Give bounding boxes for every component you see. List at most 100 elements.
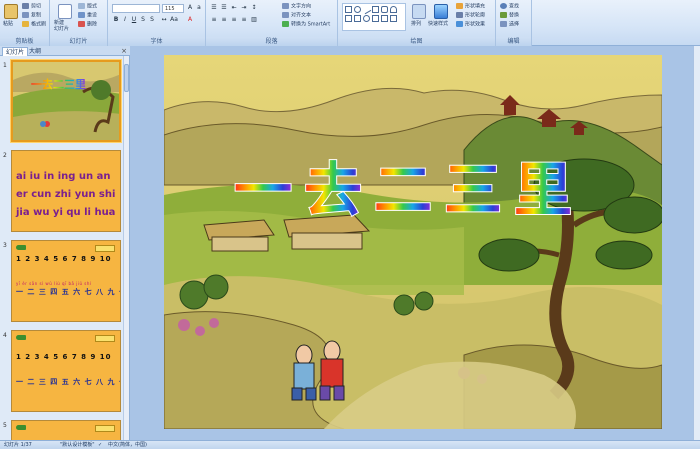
slide-thumb-2[interactable]: ai iu in ing un an er cun zhi yun shi ji… [11, 150, 121, 232]
reset-button[interactable]: 重设 [78, 12, 97, 20]
tab-slides[interactable]: 幻灯片 [2, 47, 29, 56]
slide-editing-area: 一 去 二 三 里 [131, 46, 700, 440]
slide-thumb-3[interactable]: 1 2 3 4 5 6 7 8 9 10 yī èr sān sì wǔ liù… [11, 240, 121, 322]
font-color-icon[interactable]: A [186, 16, 194, 24]
align-center-icon[interactable]: ≡ [220, 16, 228, 24]
callout-shape-icon[interactable] [390, 15, 397, 22]
align-left-icon[interactable]: ≡ [210, 16, 218, 24]
drawing-group: 排列 快速样式 形状填充 形状轮廓 形状效果 绘图 [338, 0, 496, 46]
spellcheck-icon[interactable]: ✓ [98, 441, 102, 449]
shapes-gallery[interactable] [342, 3, 406, 31]
powerpoint-window: 粘贴 剪切 复制 格式刷 剪贴板 新建 幻灯片 版式 重设 删除 幻灯片 115… [0, 0, 700, 449]
underline-icon[interactable]: U [130, 16, 138, 24]
panel-scrollbar[interactable] [123, 56, 129, 440]
slide-counter: 幻灯片 1/37 [4, 442, 32, 448]
find-button[interactable]: 查找 [500, 3, 519, 11]
increase-indent-icon[interactable]: ⇥ [240, 4, 248, 12]
theme-name: "默认设计模板" [60, 442, 95, 448]
layout-button[interactable]: 版式 [78, 3, 97, 11]
change-case-icon[interactable]: Aa [170, 16, 178, 24]
close-panel-icon[interactable]: × [121, 46, 127, 56]
thumb-1-landscape [13, 62, 119, 140]
thumb-number: 4 [3, 332, 7, 339]
shape-outline-button[interactable]: 形状轮廓 [456, 12, 485, 20]
delete-slide-button[interactable]: 删除 [78, 21, 97, 29]
delete-icon [78, 21, 85, 27]
tab-outline[interactable]: 大纲 [26, 47, 44, 56]
smiley-shape-icon[interactable] [363, 15, 370, 22]
new-slide-button[interactable]: 新建 幻灯片 [54, 20, 69, 32]
format-painter-button[interactable]: 格式刷 [22, 21, 46, 29]
pinyin-row-1: ai iu in ing un an [16, 171, 111, 182]
paint-bucket-icon [456, 3, 463, 9]
grow-font-icon[interactable]: A [186, 4, 194, 12]
slide-thumb-4[interactable]: 1 2 3 4 5 6 7 8 9 10 一 二 三 四 五 六 七 八 九 十 [11, 330, 121, 412]
copy-button[interactable]: 复制 [22, 12, 41, 20]
replace-button[interactable]: 替换 [500, 12, 519, 20]
triangle-shape-icon[interactable] [345, 15, 352, 22]
numbering-icon[interactable]: ☰ [220, 4, 228, 12]
editing-group-label: 编辑 [496, 37, 531, 46]
arrow-shape-icon[interactable] [354, 15, 361, 22]
bold-icon[interactable]: B [112, 16, 120, 24]
font-group-label: 字体 [108, 37, 205, 46]
pinyin-row-3: jia wu yi qu li hua [16, 207, 116, 218]
align-text-button[interactable]: 对齐文本 [282, 12, 311, 20]
decrease-indent-icon[interactable]: ⇤ [230, 4, 238, 12]
slide-title[interactable]: 一 去 二 三 里 [233, 155, 573, 225]
hanzi-row: 一 二 三 四 五 六 七 八 九 十 [16, 378, 121, 386]
select-button[interactable]: 选择 [500, 21, 519, 29]
slides-group-label: 幻灯片 [50, 37, 107, 46]
badge-icon [95, 245, 115, 252]
columns-icon[interactable]: ▥ [250, 16, 258, 24]
cursor-icon [500, 21, 507, 27]
speaker-icon [16, 425, 26, 430]
language-indicator[interactable]: 中文(简体，中国) [108, 441, 147, 449]
quick-styles-button[interactable]: 快速样式 [428, 21, 448, 28]
shrink-font-icon[interactable]: a [195, 4, 203, 12]
editing-group: 查找 替换 选择 编辑 [496, 0, 532, 46]
justify-icon[interactable]: ≡ [240, 16, 248, 24]
align-right-icon[interactable]: ≡ [230, 16, 238, 24]
current-slide[interactable]: 一 去 二 三 里 [164, 55, 662, 429]
shape-fill-button[interactable]: 形状填充 [456, 3, 485, 11]
speaker-icon [16, 335, 26, 340]
star-shape-icon[interactable] [372, 15, 379, 22]
char-spacing-icon[interactable]: ↔ [160, 16, 168, 24]
shadow-icon[interactable]: S [148, 16, 156, 24]
badge-icon [95, 335, 115, 342]
shape-effects-button[interactable]: 形状效果 [456, 21, 485, 29]
rounded-rect-shape-icon[interactable] [381, 6, 388, 13]
line-shape-icon[interactable] [361, 4, 372, 15]
copy-icon [22, 12, 29, 18]
clipboard-group: 粘贴 剪切 复制 格式刷 剪贴板 [0, 0, 50, 46]
slide-thumb-1[interactable]: 一去二三里 [11, 60, 121, 142]
brace-shape-icon[interactable] [381, 15, 388, 22]
smartart-button[interactable]: 转换为 SmartArt [282, 21, 330, 29]
font-name-box[interactable] [112, 4, 160, 13]
text-direction-button[interactable]: 文字方向 [282, 3, 311, 11]
cut-button[interactable]: 剪切 [22, 3, 41, 11]
rectangle-shape-icon[interactable] [345, 6, 352, 13]
italic-icon[interactable]: I [121, 16, 129, 24]
oval-shape-icon[interactable] [354, 6, 361, 13]
paste-button[interactable]: 粘贴 [3, 21, 13, 28]
arc-shape-icon[interactable] [390, 6, 397, 13]
new-slide-icon[interactable] [58, 4, 72, 19]
panel-scroll-thumb[interactable] [124, 64, 129, 92]
quick-styles-icon[interactable] [434, 4, 448, 19]
bullets-icon[interactable]: ☰ [210, 4, 218, 12]
replace-icon [500, 12, 507, 18]
arrange-icon[interactable] [412, 4, 426, 19]
effects-icon [456, 21, 463, 27]
font-size-box[interactable]: 115 [162, 4, 184, 13]
textbox-shape-icon[interactable] [372, 6, 379, 13]
slide-scrollbar[interactable] [693, 46, 700, 440]
line-spacing-icon[interactable]: ↕ [250, 4, 258, 12]
arrange-button[interactable]: 排列 [411, 21, 421, 28]
clipboard-group-label: 剪贴板 [0, 37, 49, 46]
hanzi-row: 一 二 三 四 五 六 七 八 九 十 [16, 288, 121, 296]
paste-icon[interactable] [4, 4, 18, 19]
slide-thumb-5[interactable] [11, 420, 121, 442]
strikethrough-icon[interactable]: S [139, 16, 147, 24]
